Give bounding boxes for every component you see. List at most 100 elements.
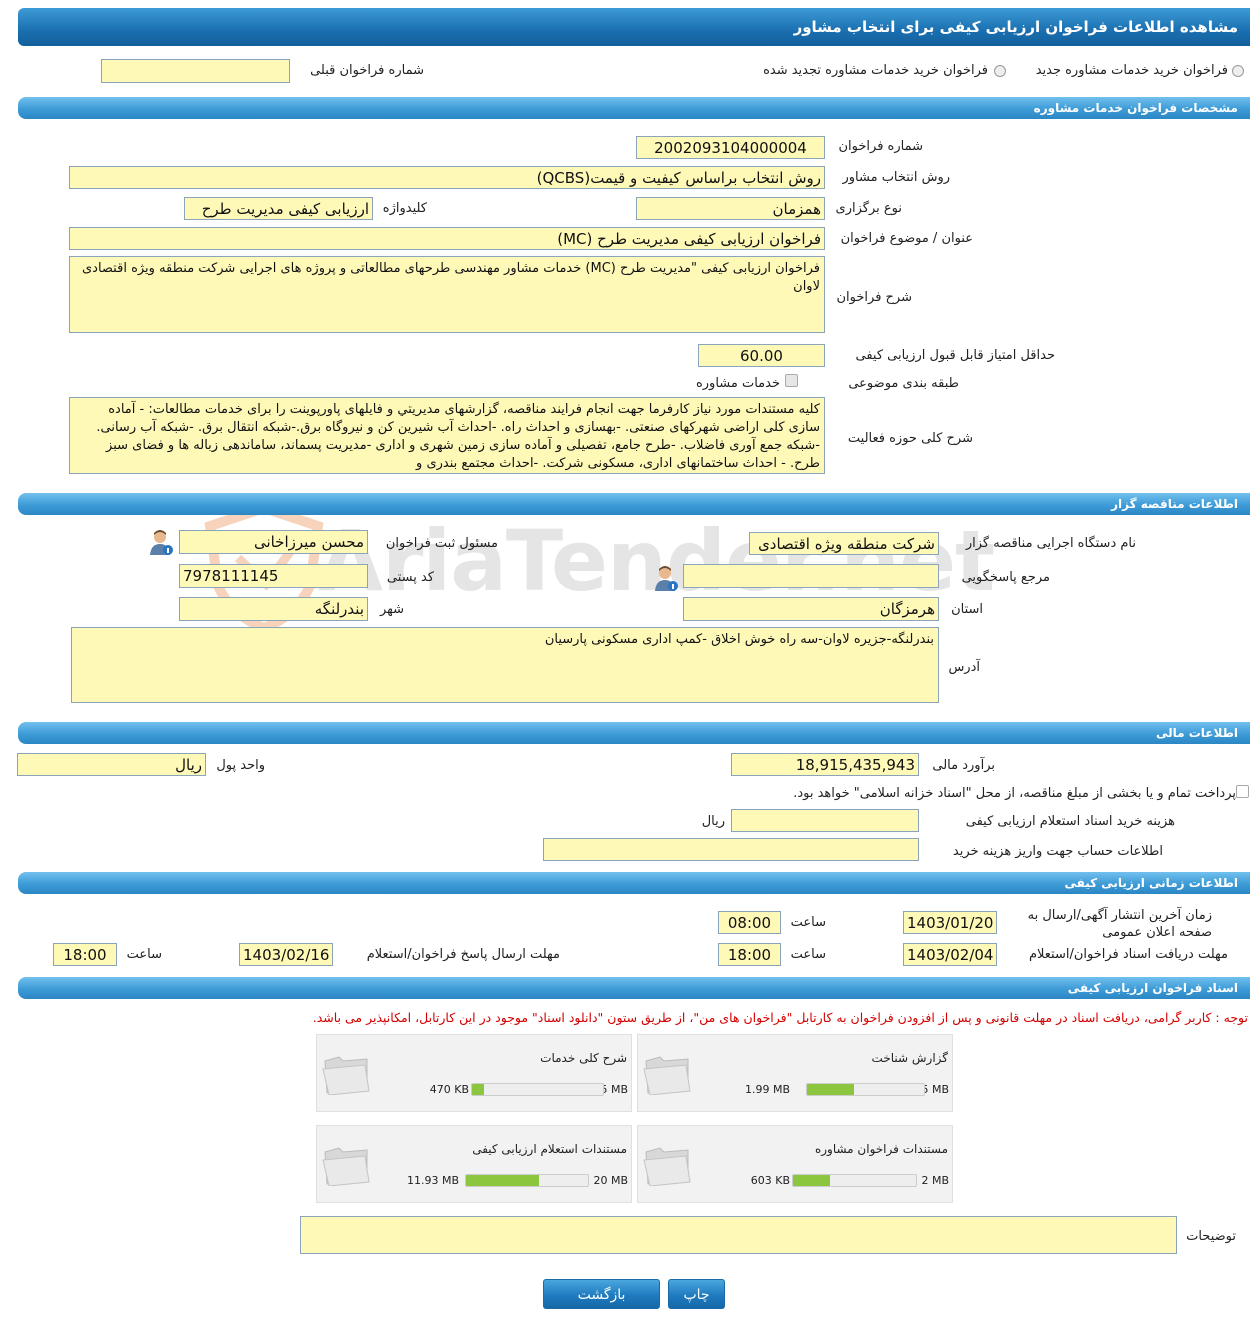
doc-progress-bar	[806, 1083, 925, 1096]
account-field	[543, 838, 919, 861]
doc-progress-bar	[471, 1083, 604, 1096]
type-label: نوع برگزاری	[835, 201, 902, 216]
category-label: طبقه بندی موضوعی	[848, 376, 959, 391]
receive-time-field: 18:00	[718, 943, 781, 966]
keyword-field: ارزیابی کیفی مدیریت طرح	[184, 197, 373, 220]
category-value: خدمات مشاوره	[695, 376, 780, 391]
folder-icon	[322, 1147, 370, 1186]
keyword-label: کلیدواژه	[382, 201, 427, 216]
type-field: همزمان	[636, 197, 825, 220]
section-tenderer: اطلاعات مناقصه گزار	[18, 493, 1250, 515]
postal-label: کد پستی	[386, 570, 434, 585]
registrar-field: محسن میرزاخانی	[179, 530, 368, 554]
estimate-label: برآورد مالی	[932, 758, 995, 773]
section-call-spec: مشخصات فراخوان خدمات مشاوره	[18, 97, 1250, 119]
reference-field	[683, 564, 939, 588]
estimate-field: 18,915,435,943	[731, 753, 919, 776]
back-button[interactable]: بازگشت	[543, 1279, 660, 1309]
doc-progress-bar	[465, 1174, 589, 1187]
doc-name: گزارش شناخت	[871, 1051, 948, 1065]
doc-progress-fill	[807, 1084, 854, 1095]
print-button[interactable]: چاپ	[668, 1279, 725, 1309]
reference-user-icon[interactable]	[654, 566, 678, 592]
call-number-field: 2002093104000004	[636, 136, 825, 159]
doc-card-3[interactable]: مستندات فراخوان مشاوره 2 MB 603 KB	[637, 1125, 953, 1203]
folder-icon	[322, 1056, 370, 1095]
doc-progress-bar	[792, 1174, 917, 1187]
postal-field: 7978111145	[179, 564, 368, 588]
doc-fee-field	[731, 809, 919, 832]
treasury-checkbox[interactable]	[1236, 785, 1249, 798]
send-label: مهلت ارسال پاسخ فراخوان/استعلام	[366, 947, 560, 962]
send-time-label: ساعت	[126, 947, 162, 962]
documents-note: توجه : کاربر گرامی، دریافت اسناد در مهلت…	[312, 1010, 1248, 1025]
call-number-label: شماره فراخوان	[838, 139, 924, 154]
doc-name: مستندات استعلام ارزیابی کیفی	[472, 1142, 627, 1156]
folder-icon	[643, 1147, 691, 1186]
receive-time-label: ساعت	[790, 947, 826, 962]
currency-label: واحد پول	[216, 758, 265, 773]
publish-time-field: 08:00	[718, 911, 781, 934]
doc-progress-fill	[793, 1175, 830, 1186]
method-label: روش انتخاب مشاور	[842, 170, 950, 185]
prev-call-field[interactable]	[101, 59, 290, 83]
doc-card-1[interactable]: گزارش شناخت 5 MB 1.99 MB	[637, 1034, 953, 1112]
org-label: نام دستگاه اجرایی مناقصه گزار	[965, 536, 1136, 551]
org-field: شرکت منطقه ویژه اقتصادی	[749, 532, 939, 555]
min-score-field: 60.00	[698, 344, 825, 367]
section-financial: اطلاعات مالی	[18, 722, 1250, 744]
province-field: هرمزگان	[683, 597, 939, 621]
doc-size: 11.93 MB	[406, 1174, 459, 1187]
scope-field[interactable]: کلیه مستندات مورد نیاز کارفرما جهت انجام…	[69, 397, 825, 474]
doc-name: شرح کلی خدمات	[540, 1051, 627, 1065]
doc-progress-fill	[466, 1175, 540, 1186]
doc-max: 20 MB	[593, 1174, 628, 1187]
method-field: روش انتخاب براساس کیفیت و قیمت(QCBS)	[69, 166, 825, 189]
province-label: استان	[951, 602, 983, 617]
treasury-text: پرداخت تمام و یا بخشی از مبلغ مناقصه، از…	[793, 786, 1236, 801]
folder-icon	[643, 1056, 691, 1095]
category-checkbox	[785, 374, 798, 387]
description-label: شرح فراخوان	[836, 290, 913, 305]
account-label: اطلاعات حساب جهت واریز هزینه خرید	[952, 844, 1163, 859]
doc-max: 5 MB	[921, 1083, 949, 1096]
radio-renewed-call[interactable]	[994, 65, 1006, 77]
send-time-field: 18:00	[53, 943, 117, 966]
doc-size: 470 KB	[429, 1083, 469, 1096]
doc-max: 5 MB	[600, 1083, 628, 1096]
doc-card-4[interactable]: مستندات استعلام ارزیابی کیفی 20 MB 11.93…	[316, 1125, 632, 1203]
receive-label: مهلت دریافت اسناد فراخوان/استعلام	[1028, 947, 1228, 962]
publish-time-label: ساعت	[790, 915, 826, 930]
address-field: بندرلنگه-جزیره لاوان-سه راه خوش اخلاق -ک…	[71, 627, 939, 703]
doc-fee-unit: ریال	[701, 814, 725, 829]
subject-label: عنوان / موضوع فراخوان	[840, 231, 973, 246]
currency-field: ریال	[17, 753, 206, 776]
notes-label: توضیحات	[1186, 1229, 1236, 1244]
city-field: بندرلنگه	[179, 597, 368, 621]
doc-name: مستندات فراخوان مشاوره	[814, 1142, 948, 1156]
city-label: شهر	[379, 602, 404, 617]
section-documents: اسناد فراخوان ارزیابی کیفی	[18, 977, 1250, 999]
address-label: آدرس	[948, 660, 980, 675]
doc-progress-fill	[472, 1084, 485, 1095]
page-title: مشاهده اطلاعات فراخوان ارزیابی کیفی برای…	[18, 8, 1250, 46]
doc-max: 2 MB	[921, 1174, 949, 1187]
publish-date-field: 1403/01/20	[903, 911, 997, 934]
doc-size: 1.99 MB	[744, 1083, 790, 1096]
prev-call-label: شماره فراخوان قبلی	[310, 63, 424, 78]
registrar-user-icon[interactable]	[149, 530, 173, 556]
description-field: فراخوان ارزیابی کیفی "مدیریت طرح (MC) خد…	[69, 256, 825, 333]
watermark-text: AriaTender.net	[318, 512, 995, 610]
doc-size: 603 KB	[750, 1174, 790, 1187]
send-date-field: 1403/02/16	[239, 943, 333, 966]
notes-field[interactable]	[300, 1216, 1177, 1254]
section-timing: اطلاعات زمانی ارزیابی کیفی	[18, 872, 1250, 894]
scope-label: شرح کلی حوزه فعالیت	[847, 431, 973, 446]
registrar-label: مسئول ثبت فراخوان	[385, 536, 498, 551]
doc-card-2[interactable]: شرح کلی خدمات 5 MB 470 KB	[316, 1034, 632, 1112]
subject-field: فراخوان ارزیابی کیفی مدیریت طرح (MC)	[69, 227, 825, 250]
radio-new-call[interactable]	[1232, 65, 1244, 77]
radio-new-label: فراخوان خرید خدمات مشاوره جدید	[1035, 63, 1228, 78]
publish-label: زمان آخرین انتشار آگهی/ارسال به صفحه اعل…	[1027, 908, 1212, 940]
min-score-label: حداقل امتیاز قابل قبول ارزیابی کیفی	[855, 348, 1055, 363]
